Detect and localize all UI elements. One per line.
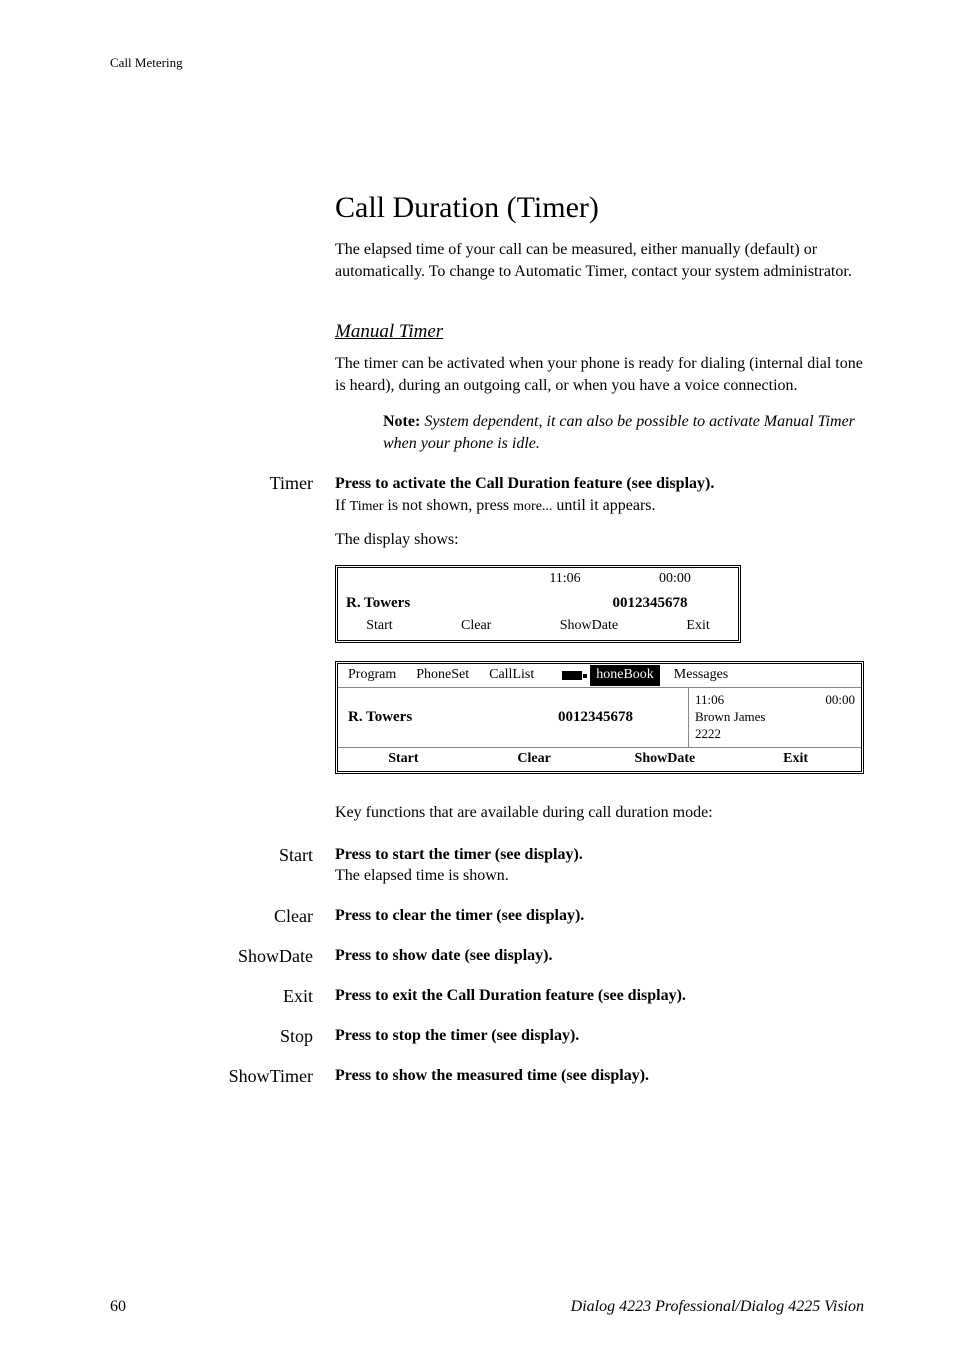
tab-highlight-icon [562, 671, 582, 680]
note-label: Note: [383, 413, 420, 430]
display1-name: R. Towers [346, 593, 570, 613]
timer-action: Press to activate the Call Duration feat… [335, 475, 714, 492]
display2-side-elapsed: 00:00 [825, 692, 855, 709]
display1-soft-exit: Exit [686, 617, 709, 636]
tab-program: Program [342, 664, 402, 687]
fn-stop-strong: Press to stop the timer (see display). [335, 1027, 579, 1044]
page-title: Call Duration (Timer) [335, 191, 864, 225]
tab-messages: Messages [668, 664, 734, 687]
display1-elapsed: 00:00 [620, 570, 730, 589]
fn-clear-strong: Press to clear the timer (see display). [335, 907, 584, 924]
label-start: Start [110, 844, 335, 866]
display2-side-time: 11:06 [695, 692, 825, 709]
display2-name: R. Towers [348, 707, 513, 727]
label-showdate: ShowDate [110, 945, 335, 967]
fn-start-extra: The elapsed time is shown. [335, 867, 509, 884]
display1-time: 11:06 [510, 570, 620, 589]
display2-soft-start: Start [338, 750, 469, 769]
page-number: 60 [110, 1298, 126, 1316]
label-exit: Exit [110, 985, 335, 1007]
label-timer: Timer [110, 473, 335, 494]
phone-display-large: Program PhoneSet CallList honeBook Messa… [335, 661, 864, 773]
tab-phonebook-active: honeBook [590, 665, 660, 686]
footer-title: Dialog 4223 Professional/Dialog 4225 Vis… [126, 1298, 864, 1316]
display2-soft-showdate: ShowDate [600, 750, 731, 769]
manual-timer-note: Note: System dependent, it can also be p… [383, 411, 864, 455]
tab-phoneset: PhoneSet [410, 664, 475, 687]
keyfns-intro: Key functions that are available during … [335, 802, 864, 824]
manual-timer-heading: Manual Timer [335, 321, 864, 343]
intro-paragraph: The elapsed time of your call can be mea… [335, 239, 864, 283]
fn-showdate-strong: Press to show date (see display). [335, 947, 552, 964]
label-clear: Clear [110, 905, 335, 927]
tab-calllist: CallList [483, 664, 540, 687]
timer-line2: If Timer is not shown, press more... unt… [335, 497, 656, 514]
display1-soft-start: Start [366, 617, 392, 636]
display1-number: 0012345678 [570, 593, 730, 613]
fn-start-strong: Press to start the timer (see display). [335, 846, 583, 863]
display2-side-num: 2222 [695, 726, 855, 743]
running-header: Call Metering [110, 55, 864, 71]
manual-timer-paragraph: The timer can be activated when your pho… [335, 353, 864, 397]
display1-soft-clear: Clear [461, 617, 491, 636]
label-showtimer: ShowTimer [110, 1065, 335, 1087]
display2-side-name: Brown James [695, 709, 855, 726]
display-shows-label: The display shows: [335, 529, 864, 551]
display2-soft-exit: Exit [730, 750, 861, 769]
fn-showtimer-strong: Press to show the measured time (see dis… [335, 1067, 649, 1084]
label-stop: Stop [110, 1025, 335, 1047]
display1-soft-showdate: ShowDate [560, 617, 618, 636]
fn-exit-strong: Press to exit the Call Duration feature … [335, 987, 686, 1004]
display2-soft-clear: Clear [469, 750, 600, 769]
display2-side: 11:06 00:00 Brown James 2222 [688, 688, 861, 747]
display2-number: 0012345678 [513, 707, 678, 727]
phone-display-small: 11:06 00:00 R. Towers 0012345678 Start C… [335, 565, 741, 643]
